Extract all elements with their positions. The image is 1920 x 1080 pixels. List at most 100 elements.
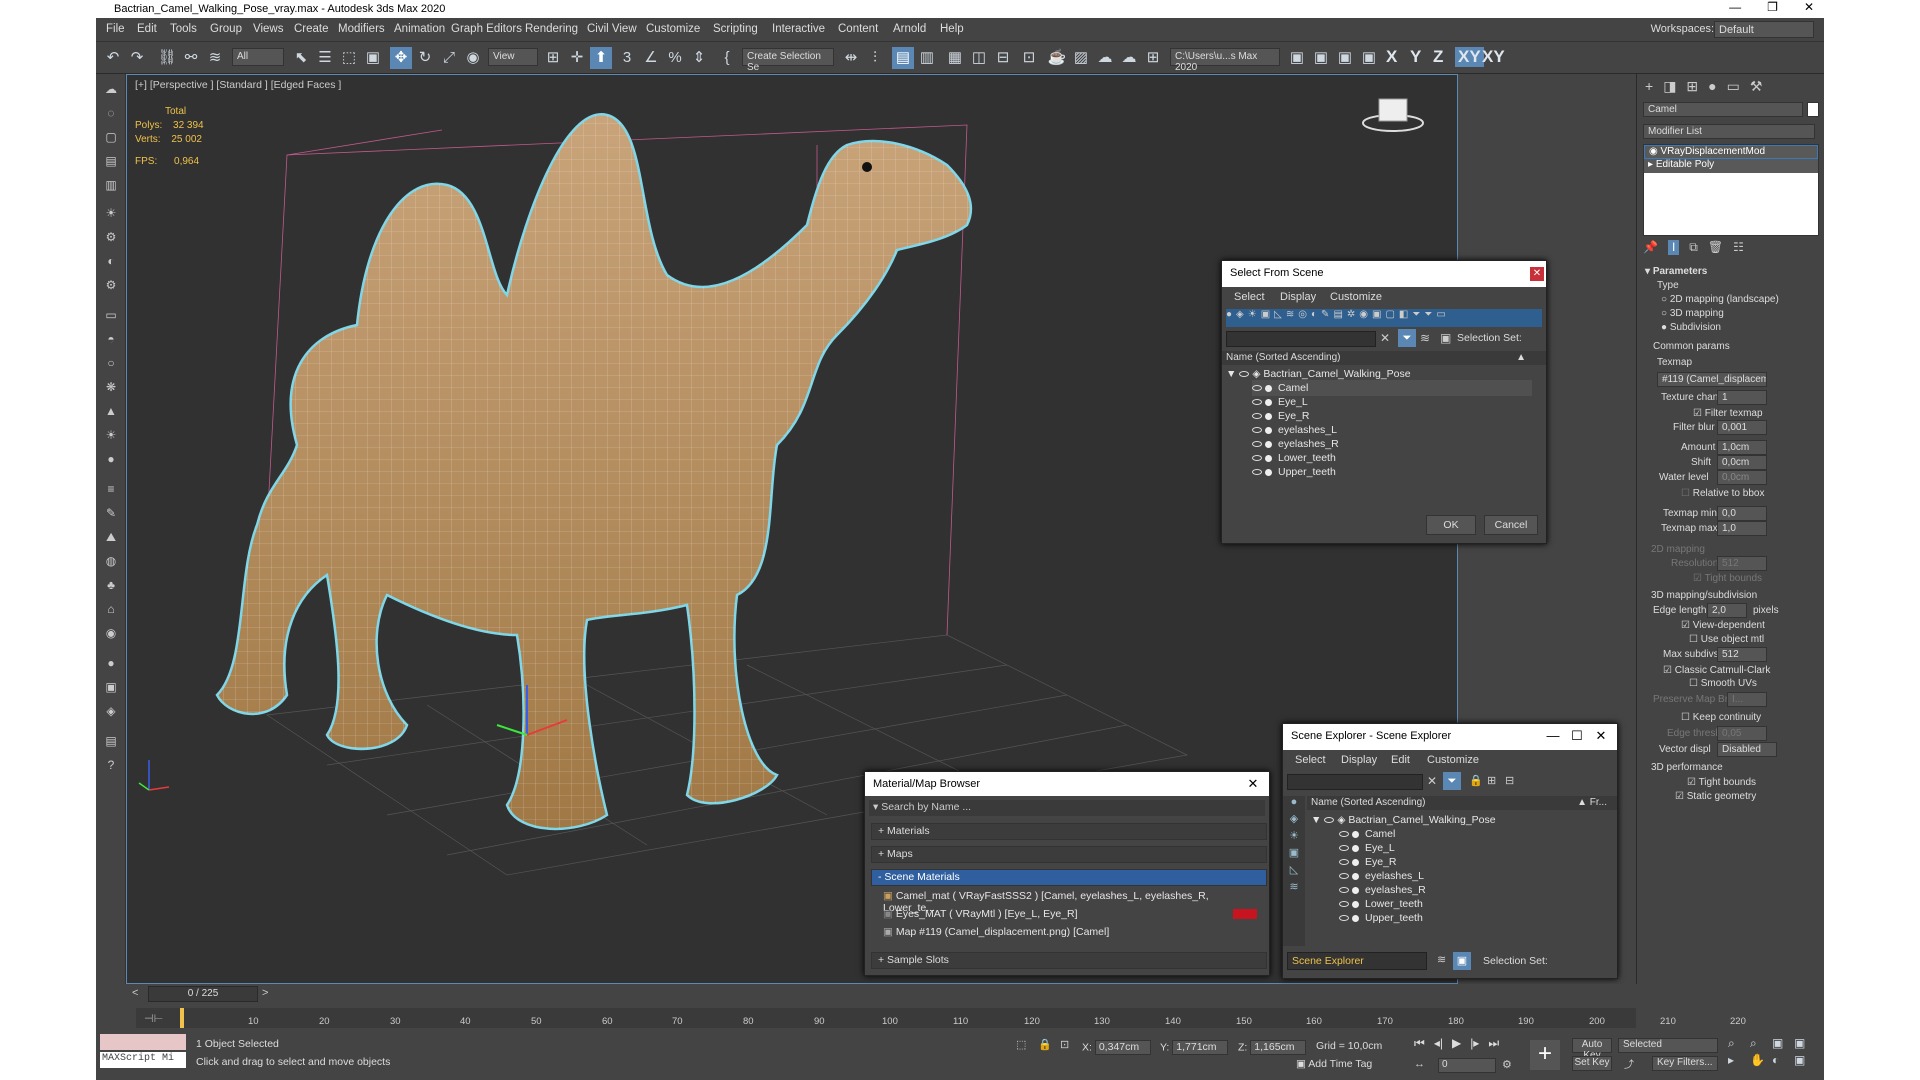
- network-icon[interactable]: ◈: [102, 702, 120, 720]
- shapes-filter-icon[interactable]: ◈: [1236, 309, 1244, 327]
- key-mode-icon[interactable]: ⤴: [1624, 1056, 1634, 1071]
- selection-set-icon[interactable]: ▣: [1440, 331, 1451, 345]
- geosphere-icon[interactable]: ●: [102, 450, 120, 468]
- orbit-icon[interactable]: ◐: [1772, 1053, 1792, 1067]
- isolate-selection-icon[interactable]: ⬚: [1016, 1038, 1026, 1051]
- eye-icon[interactable]: [1252, 399, 1262, 406]
- named-selection-dropdown[interactable]: Create Selection Se: [742, 48, 834, 73]
- schematic-view-icon[interactable]: ⊟: [992, 47, 1014, 69]
- explorer-search-input[interactable]: [1287, 774, 1423, 790]
- menu-customize[interactable]: Customize: [646, 23, 700, 35]
- smooth-uvs-checkbox[interactable]: ☐ Smooth UVs: [1689, 678, 1757, 689]
- menu-file[interactable]: File: [106, 23, 125, 35]
- group-materials[interactable]: + Materials: [871, 823, 1267, 840]
- layers-icon[interactable]: ≋: [1437, 953, 1446, 966]
- static-geometry-checkbox[interactable]: ☑ Static geometry: [1675, 791, 1756, 802]
- lights-filter-icon[interactable]: ☀: [1248, 309, 1257, 327]
- xrefs-filter-icon[interactable]: ◐: [1311, 309, 1317, 327]
- create-geometry-icon[interactable]: ☁: [102, 80, 120, 98]
- helpers-filter-icon[interactable]: ◺: [1290, 863, 1298, 876]
- hierarchy-tab-icon[interactable]: ⊞: [1686, 78, 1698, 95]
- menu-civil-view[interactable]: Civil View: [587, 23, 637, 35]
- menu-content[interactable]: Content: [838, 23, 878, 35]
- menu-views[interactable]: Views: [253, 23, 283, 35]
- frozen-filter-icon[interactable]: ✲: [1347, 309, 1355, 327]
- cameras-filter-icon[interactable]: ▣: [1261, 309, 1270, 327]
- minimize-icon[interactable]: —: [1543, 726, 1563, 746]
- render-cloud-icon[interactable]: ☁: [1118, 47, 1140, 69]
- material-editor-icon[interactable]: ⊡: [1018, 47, 1040, 69]
- maxscript-mini-listener[interactable]: MAXScript Mi: [100, 1052, 186, 1068]
- object-paint-icon[interactable]: ▤: [102, 152, 120, 170]
- object-name-field[interactable]: Camel: [1643, 102, 1803, 117]
- tight-bounds-checkbox[interactable]: ☑ Tight bounds: [1687, 777, 1756, 788]
- link-icon[interactable]: ⛓: [156, 47, 178, 69]
- dropdown-chevron-icon[interactable]: ▾: [873, 801, 878, 813]
- eye-icon[interactable]: [1339, 915, 1349, 922]
- eye-icon[interactable]: [1324, 817, 1335, 824]
- prev-frame-icon[interactable]: <: [132, 987, 138, 999]
- window-crossing-icon[interactable]: ▣: [362, 47, 384, 69]
- time-configuration-icon[interactable]: ⚙: [1502, 1058, 1512, 1071]
- filter-icon-2[interactable]: ⏷: [1424, 309, 1432, 327]
- pin-stack-icon[interactable]: 📌: [1643, 240, 1658, 255]
- selection-filter-dropdown[interactable]: All: [232, 48, 284, 66]
- hedra-icon[interactable]: ❋: [102, 378, 120, 396]
- close-icon[interactable]: ✕: [1530, 267, 1544, 281]
- zoom-extents-all-icon[interactable]: ▣: [1794, 1036, 1814, 1051]
- add-time-tag[interactable]: ▣ Add Time Tag: [1296, 1058, 1372, 1070]
- plane-icon[interactable]: ▭: [102, 306, 120, 324]
- eye-icon[interactable]: [1339, 887, 1349, 894]
- reference-coord-dropdown[interactable]: View: [488, 48, 538, 66]
- menu-rendering[interactable]: Rendering: [525, 23, 578, 35]
- texmap-min-spinner[interactable]: 0,0: [1717, 506, 1767, 521]
- menu-help[interactable]: Help: [940, 23, 964, 35]
- time-slider[interactable]: 0 / 225: [148, 986, 258, 1002]
- z-field[interactable]: 1,165cm: [1250, 1040, 1307, 1055]
- populate-icon[interactable]: ▥: [102, 176, 120, 194]
- snaps-toggle-icon[interactable]: 3: [616, 47, 638, 69]
- preserve-map-dropdown[interactable]: I...: [1727, 692, 1767, 707]
- sync-icon[interactable]: ⊟: [1505, 774, 1514, 787]
- material-item-eyes-mat[interactable]: ▣ Eyes_MAT ( VRayMtl ) [Eye_L, Eye_R]: [879, 906, 1265, 923]
- max-subdivs-spinner[interactable]: 512: [1717, 647, 1767, 662]
- map-item-119[interactable]: ▣ Map #119 (Camel_displacement.png) [Cam…: [879, 924, 1265, 941]
- next-key-icon[interactable]: |▸: [1470, 1036, 1479, 1051]
- prev-key-icon[interactable]: ◂|: [1434, 1036, 1443, 1051]
- globe-icon[interactable]: ◍: [102, 552, 120, 570]
- use-object-mtl-checkbox[interactable]: ☐ Use object mtl: [1689, 634, 1764, 645]
- edge-length-spinner[interactable]: 2,0: [1707, 603, 1747, 618]
- geometry-filter-icon[interactable]: ●: [1226, 309, 1232, 327]
- texmap-max-spinner[interactable]: 1,0: [1717, 521, 1767, 536]
- brush-icon[interactable]: ◉: [102, 624, 120, 642]
- menu-display[interactable]: Display: [1341, 754, 1377, 766]
- spacewarps-filter-icon[interactable]: ≋: [1289, 880, 1298, 893]
- filter-texmap-checkbox[interactable]: ☑ Filter texmap: [1693, 408, 1763, 419]
- rotate-icon[interactable]: ↻: [414, 47, 436, 69]
- explorer-name-dropdown[interactable]: Scene Explorer: [1287, 952, 1427, 970]
- filter-blur-spinner[interactable]: 0,001: [1717, 420, 1767, 435]
- align-icon[interactable]: ⫶: [864, 47, 886, 69]
- move-icon[interactable]: ✥: [390, 47, 412, 69]
- sun-icon[interactable]: ☀: [102, 426, 120, 444]
- lock-icon[interactable]: 🔒: [1469, 774, 1483, 787]
- hidden-filter-icon[interactable]: ◉: [1359, 309, 1368, 327]
- remove-modifier-icon[interactable]: 🗑: [1708, 240, 1723, 255]
- selection-icon[interactable]: ▢: [102, 128, 120, 146]
- spacewarps-filter-icon[interactable]: ≋: [1286, 309, 1294, 327]
- plant-icon[interactable]: ♣: [102, 576, 120, 594]
- x-field[interactable]: 0,347cm: [1094, 1040, 1151, 1055]
- unlink-icon[interactable]: ⚯: [180, 47, 202, 69]
- menu-tools[interactable]: Tools: [170, 23, 197, 35]
- project-path-dropdown[interactable]: C:\Users\u...s Max 2020: [1170, 48, 1280, 73]
- next-frame-icon[interactable]: >: [262, 987, 268, 999]
- selection-set-icon[interactable]: ▣: [1453, 952, 1471, 970]
- project-icon-1[interactable]: ▣: [1286, 47, 1308, 69]
- eye-icon[interactable]: [1339, 859, 1349, 866]
- shift-spinner[interactable]: 0,0cm: [1717, 455, 1767, 470]
- select-by-name-icon[interactable]: ☰: [314, 47, 336, 69]
- axis-z-button[interactable]: Z: [1433, 47, 1443, 67]
- stack-item-editable-poly[interactable]: ▸ Editable Poly: [1644, 159, 1818, 173]
- group-sample-slots[interactable]: + Sample Slots: [871, 952, 1267, 969]
- visibility-icon[interactable]: ◉: [1649, 146, 1658, 157]
